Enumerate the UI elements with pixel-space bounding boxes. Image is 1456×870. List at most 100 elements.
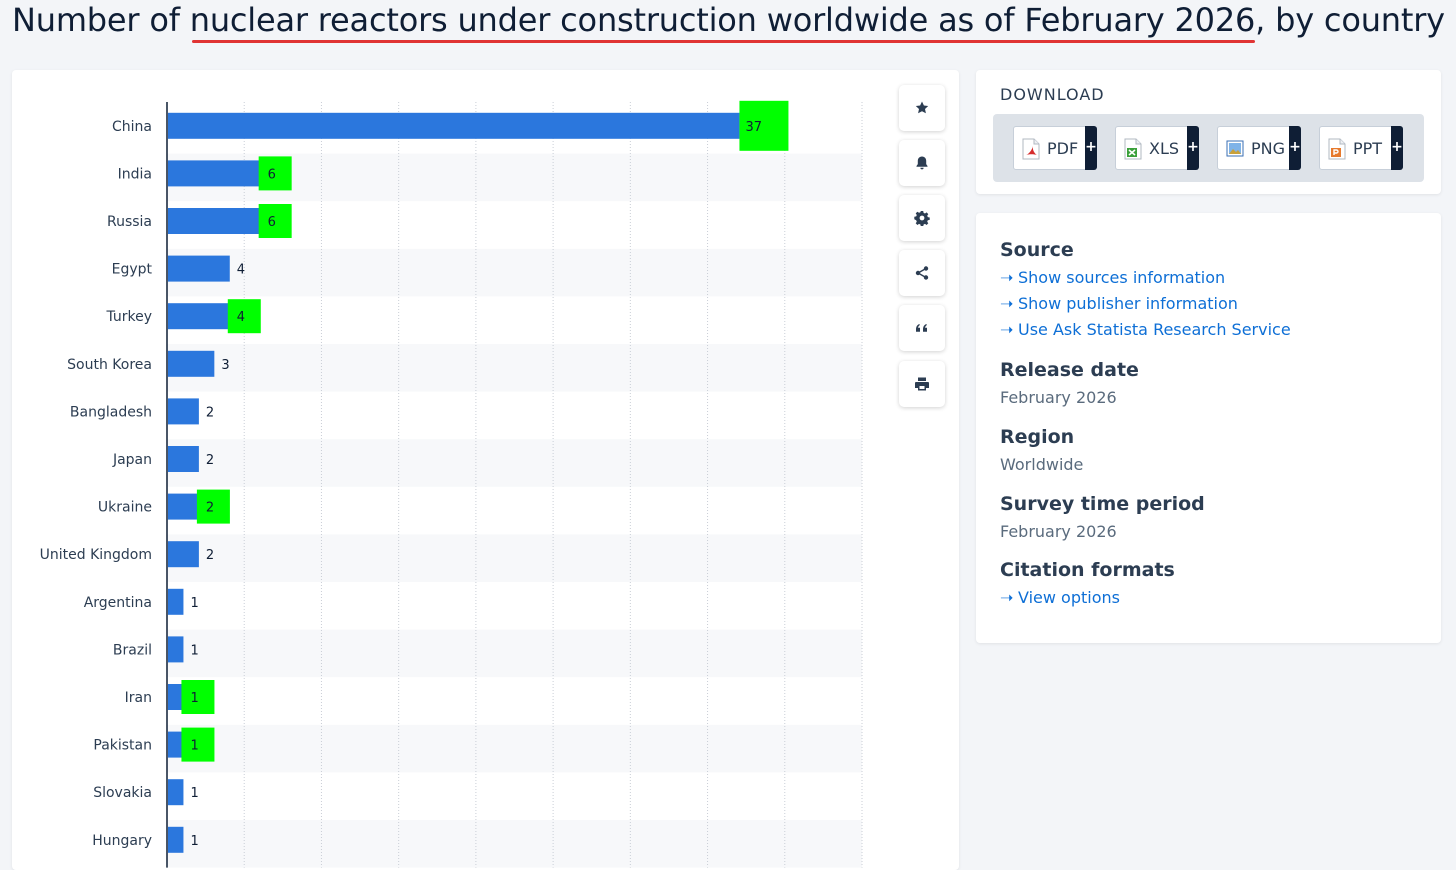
png-plus-icon[interactable]: + xyxy=(1289,126,1301,170)
chart-card: China 37 India 6 Russia 6 Egypt 4 Turkey 4 South K… xyxy=(12,70,959,870)
download-png-button[interactable]: PNG + xyxy=(1217,126,1301,170)
print-icon xyxy=(915,377,929,391)
release-date-value: February 2026 xyxy=(1000,388,1117,407)
bookmark-button[interactable] xyxy=(899,85,945,131)
quote-icon xyxy=(916,324,927,332)
share-icon xyxy=(915,266,929,280)
xls-plus-icon[interactable]: + xyxy=(1187,126,1199,170)
value-label: 37 xyxy=(745,120,762,135)
bar xyxy=(168,303,230,330)
bar xyxy=(168,731,184,758)
value-label: 4 xyxy=(237,310,245,325)
citation-formats-heading: Citation formats xyxy=(1000,559,1175,581)
category-label: Argentina xyxy=(84,595,152,611)
value-label: 1 xyxy=(190,596,198,611)
ppt-plus-icon[interactable]: + xyxy=(1391,126,1403,170)
region-value: Worldwide xyxy=(1000,455,1084,474)
png-file-icon xyxy=(1226,140,1244,157)
category-label: Ukraine xyxy=(98,500,152,516)
bar xyxy=(168,255,230,282)
bar xyxy=(168,112,740,139)
xls-label: XLS xyxy=(1149,139,1180,158)
row-stripe xyxy=(167,820,862,868)
show-publisher-label: Show publisher information xyxy=(1018,294,1238,313)
bar xyxy=(168,826,184,853)
bar xyxy=(168,446,199,472)
category-label: South Korea xyxy=(67,357,152,373)
category-label: Iran xyxy=(125,690,152,706)
bell-icon xyxy=(916,156,928,170)
release-date-heading: Release date xyxy=(1000,359,1139,381)
bar xyxy=(168,684,184,710)
ask-statista-link[interactable]: ➝ Use Ask Statista Research Service xyxy=(1000,320,1291,339)
bar xyxy=(168,350,215,377)
show-sources-link[interactable]: ➝ Show sources information xyxy=(1000,268,1225,287)
value-label: 1 xyxy=(190,691,198,706)
arrow-right-icon: ➝ xyxy=(1000,268,1014,287)
row-stripe xyxy=(167,724,862,773)
download-options: PDF + XLS + PNG + PPT + xyxy=(993,114,1424,182)
category-label: Hungary xyxy=(92,833,152,849)
bar xyxy=(168,636,184,663)
arrow-right-icon: ➝ xyxy=(1000,588,1014,607)
notification-button[interactable] xyxy=(899,140,945,186)
category-label: Turkey xyxy=(105,309,152,325)
value-label: 2 xyxy=(206,405,214,420)
xls-file-icon xyxy=(1124,138,1142,160)
show-publisher-link[interactable]: ➝ Show publisher information xyxy=(1000,294,1238,313)
region-heading: Region xyxy=(1000,426,1075,448)
bar xyxy=(168,541,199,568)
title-underline xyxy=(192,40,1255,43)
value-label: 1 xyxy=(190,739,198,754)
view-options-link[interactable]: ➝ View options xyxy=(1000,588,1120,607)
cite-button[interactable] xyxy=(899,305,945,351)
bar xyxy=(168,398,199,425)
value-label: 1 xyxy=(190,786,198,801)
row-stripe xyxy=(167,629,862,678)
category-label: Pakistan xyxy=(93,738,152,754)
gear-icon xyxy=(914,211,930,226)
category-label: Japan xyxy=(112,452,152,468)
show-sources-label: Show sources information xyxy=(1018,268,1226,287)
survey-period-heading: Survey time period xyxy=(1000,493,1205,515)
row-stripe xyxy=(167,248,862,297)
ppt-label: PPT xyxy=(1353,139,1383,158)
view-options-label: View options xyxy=(1018,588,1120,607)
page-title: Number of nuclear reactors under constru… xyxy=(12,1,1445,39)
bar xyxy=(168,208,261,234)
bar xyxy=(168,493,199,520)
png-label: PNG xyxy=(1251,139,1286,158)
statistic-details-card: Source ➝ Show sources information ➝ Show p… xyxy=(976,213,1441,643)
download-title: DOWNLOAD xyxy=(1000,85,1105,104)
value-label: 2 xyxy=(206,453,214,468)
download-ppt-button[interactable]: PPT + xyxy=(1319,126,1403,170)
row-stripe xyxy=(167,344,862,392)
arrow-right-icon: ➝ xyxy=(1000,320,1014,339)
settings-button[interactable] xyxy=(899,195,945,241)
bar xyxy=(168,160,261,187)
row-stripe xyxy=(167,534,862,582)
pdf-plus-icon[interactable]: + xyxy=(1085,126,1097,170)
value-label: 1 xyxy=(190,834,198,849)
download-xls-button[interactable]: XLS + xyxy=(1115,126,1199,170)
category-label: Brazil xyxy=(113,642,152,658)
share-button[interactable] xyxy=(899,250,945,296)
category-label: Russia xyxy=(107,214,152,230)
survey-period-value: February 2026 xyxy=(1000,522,1117,541)
pdf-label: PDF xyxy=(1047,139,1079,158)
bar xyxy=(168,588,184,615)
arrow-right-icon: ➝ xyxy=(1000,294,1014,313)
row-stripe xyxy=(167,439,862,487)
category-label: United Kingdom xyxy=(40,547,152,563)
category-label: Bangladesh xyxy=(70,404,152,420)
category-label: China xyxy=(112,119,152,135)
download-card: DOWNLOAD PDF + XLS + PNG + PPT + xyxy=(976,70,1441,194)
ppt-file-icon xyxy=(1328,138,1346,160)
value-label: 2 xyxy=(206,501,214,516)
download-pdf-button[interactable]: PDF + xyxy=(1013,126,1097,170)
star-icon xyxy=(915,101,929,114)
category-label: Slovakia xyxy=(93,785,152,801)
category-label: Egypt xyxy=(112,262,153,278)
ask-statista-label: Use Ask Statista Research Service xyxy=(1018,320,1291,339)
print-button[interactable] xyxy=(899,361,945,407)
